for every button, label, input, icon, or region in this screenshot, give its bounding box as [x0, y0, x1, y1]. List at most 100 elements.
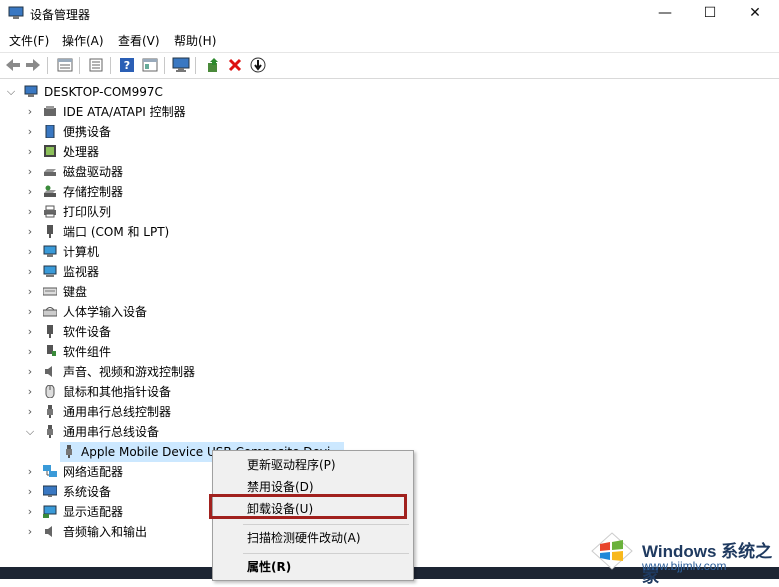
close-button[interactable]: ✕	[733, 0, 777, 26]
maximize-button[interactable]: ☐	[688, 0, 732, 26]
tree-item[interactable]: › 监视器	[0, 262, 400, 282]
tree-item[interactable]: › 打印队列	[0, 202, 400, 222]
menu-properties[interactable]: 属性(R)	[213, 556, 413, 578]
tree-item-label: 网络适配器	[63, 465, 124, 479]
printer-icon	[44, 205, 56, 218]
chevron-right-icon[interactable]: ›	[25, 382, 35, 402]
tree-item[interactable]: › 端口 (COM 和 LPT)	[0, 222, 400, 242]
chevron-right-icon[interactable]: ›	[25, 122, 35, 142]
tree-item[interactable]: › 声音、视频和游戏控制器	[0, 362, 400, 382]
usb-icon	[47, 425, 53, 438]
portable-device-icon	[45, 125, 55, 138]
tree-item-label: 通用串行总线控制器	[63, 405, 172, 419]
menu-item-label: 属性(R)	[247, 560, 292, 574]
tree-item-label: 处理器	[63, 145, 100, 159]
view-icon[interactable]	[141, 56, 159, 74]
tree-item-label: 显示适配器	[63, 505, 124, 519]
chevron-right-icon[interactable]: ›	[25, 302, 35, 322]
chevron-right-icon[interactable]: ›	[25, 282, 35, 302]
chevron-right-icon[interactable]: ›	[25, 342, 35, 362]
chevron-right-icon[interactable]: ›	[25, 522, 35, 542]
toolbar-divider	[195, 57, 196, 74]
chevron-right-icon[interactable]: ›	[25, 102, 35, 122]
chevron-right-icon[interactable]: ›	[25, 322, 35, 342]
tree-item-label: 软件组件	[63, 345, 112, 359]
computer-icon	[43, 245, 57, 257]
menu-divider	[243, 553, 409, 554]
add-driver-icon[interactable]	[204, 56, 222, 74]
menu-update-driver[interactable]: 更新驱动程序(P)	[213, 454, 413, 476]
chevron-right-icon[interactable]: ›	[25, 462, 35, 482]
menu-action[interactable]: 操作(A)	[62, 32, 104, 49]
device-manager-icon	[8, 6, 24, 19]
tree-item-label: 软件设备	[63, 325, 112, 339]
monitor-icon[interactable]	[172, 56, 190, 74]
tree-item[interactable]: › 存储控制器	[0, 182, 400, 202]
tree-item-label: 端口 (COM 和 LPT)	[63, 225, 170, 239]
software-component-icon	[47, 345, 56, 356]
chevron-right-icon[interactable]: ›	[25, 402, 35, 422]
svg-text:?: ?	[124, 59, 130, 72]
toolbar-divider	[79, 57, 80, 74]
mouse-icon	[45, 385, 55, 398]
network-adapter-icon	[43, 465, 57, 477]
tree-item[interactable]: › 便携设备	[0, 122, 400, 142]
chevron-right-icon[interactable]: ›	[25, 262, 35, 282]
speaker-icon	[45, 366, 52, 377]
chevron-right-icon[interactable]: ›	[25, 482, 35, 502]
tree-item-label: 便携设备	[63, 125, 112, 139]
tree-item[interactable]: › 通用串行总线控制器	[0, 402, 400, 422]
chevron-down-icon[interactable]: ⌵	[25, 422, 35, 442]
tree-item[interactable]: › 软件设备	[0, 322, 400, 342]
menu-bar: 文件(F) 操作(A) 查看(V) 帮助(H)	[0, 29, 779, 51]
menu-scan-hardware[interactable]: 扫描检测硬件改动(A)	[213, 527, 413, 549]
tree-item-expanded[interactable]: ⌵ 通用串行总线设备	[0, 422, 400, 442]
window-title: 设备管理器	[30, 8, 91, 22]
download-icon[interactable]	[249, 56, 267, 74]
tree-item[interactable]: › 计算机	[0, 242, 400, 262]
tree-root[interactable]: ⌵ DESKTOP-COM997C	[0, 82, 400, 102]
tree-item-label: 音频输入和输出	[63, 525, 148, 539]
remove-icon[interactable]	[226, 56, 244, 74]
properties-icon[interactable]	[56, 56, 74, 74]
chevron-right-icon[interactable]: ›	[25, 362, 35, 382]
storage-controller-icon	[44, 185, 56, 197]
help-icon[interactable]: ?	[118, 56, 136, 74]
tree-item[interactable]: › 处理器	[0, 142, 400, 162]
chevron-right-icon[interactable]: ›	[25, 162, 35, 182]
tree-root-label: DESKTOP-COM997C	[44, 85, 163, 99]
minimize-button[interactable]: —	[643, 0, 687, 26]
chevron-right-icon[interactable]: ›	[25, 502, 35, 522]
menu-item-label: 更新驱动程序(P)	[247, 458, 336, 472]
tree-item[interactable]: › 鼠标和其他指针设备	[0, 382, 400, 402]
tree-item[interactable]: › IDE ATA/ATAPI 控制器	[0, 102, 400, 122]
tree-item[interactable]: › 人体学输入设备	[0, 302, 400, 322]
tree-item[interactable]: › 磁盘驱动器	[0, 162, 400, 182]
menu-divider	[243, 524, 409, 525]
chevron-right-icon[interactable]: ›	[25, 202, 35, 222]
chevron-right-icon[interactable]: ›	[25, 242, 35, 262]
system-device-icon	[43, 485, 57, 497]
display-adapter-icon	[43, 505, 57, 518]
monitor-icon	[43, 265, 57, 277]
toolbar: ?	[0, 52, 779, 79]
chevron-down-icon[interactable]: ⌵	[6, 82, 16, 102]
back-icon[interactable]	[4, 56, 22, 74]
forward-icon[interactable]	[24, 56, 42, 74]
tree-item[interactable]: › 软件组件	[0, 342, 400, 362]
ide-controller-icon	[44, 106, 56, 116]
keyboard-icon	[43, 287, 57, 296]
update-list-icon[interactable]	[87, 56, 105, 74]
tree-item-label: 声音、视频和游戏控制器	[63, 365, 196, 379]
chevron-right-icon[interactable]: ›	[25, 182, 35, 202]
chevron-right-icon[interactable]: ›	[25, 222, 35, 242]
tree-item-label: 键盘	[63, 285, 88, 299]
tree-item-label: 计算机	[63, 245, 100, 259]
hid-icon	[43, 307, 57, 317]
tree-item[interactable]: › 键盘	[0, 282, 400, 302]
chevron-right-icon[interactable]: ›	[25, 142, 35, 162]
menu-file[interactable]: 文件(F)	[9, 32, 49, 49]
menu-view[interactable]: 查看(V)	[118, 32, 160, 49]
menu-help[interactable]: 帮助(H)	[174, 32, 216, 49]
tree-item-label: 磁盘驱动器	[63, 165, 124, 179]
